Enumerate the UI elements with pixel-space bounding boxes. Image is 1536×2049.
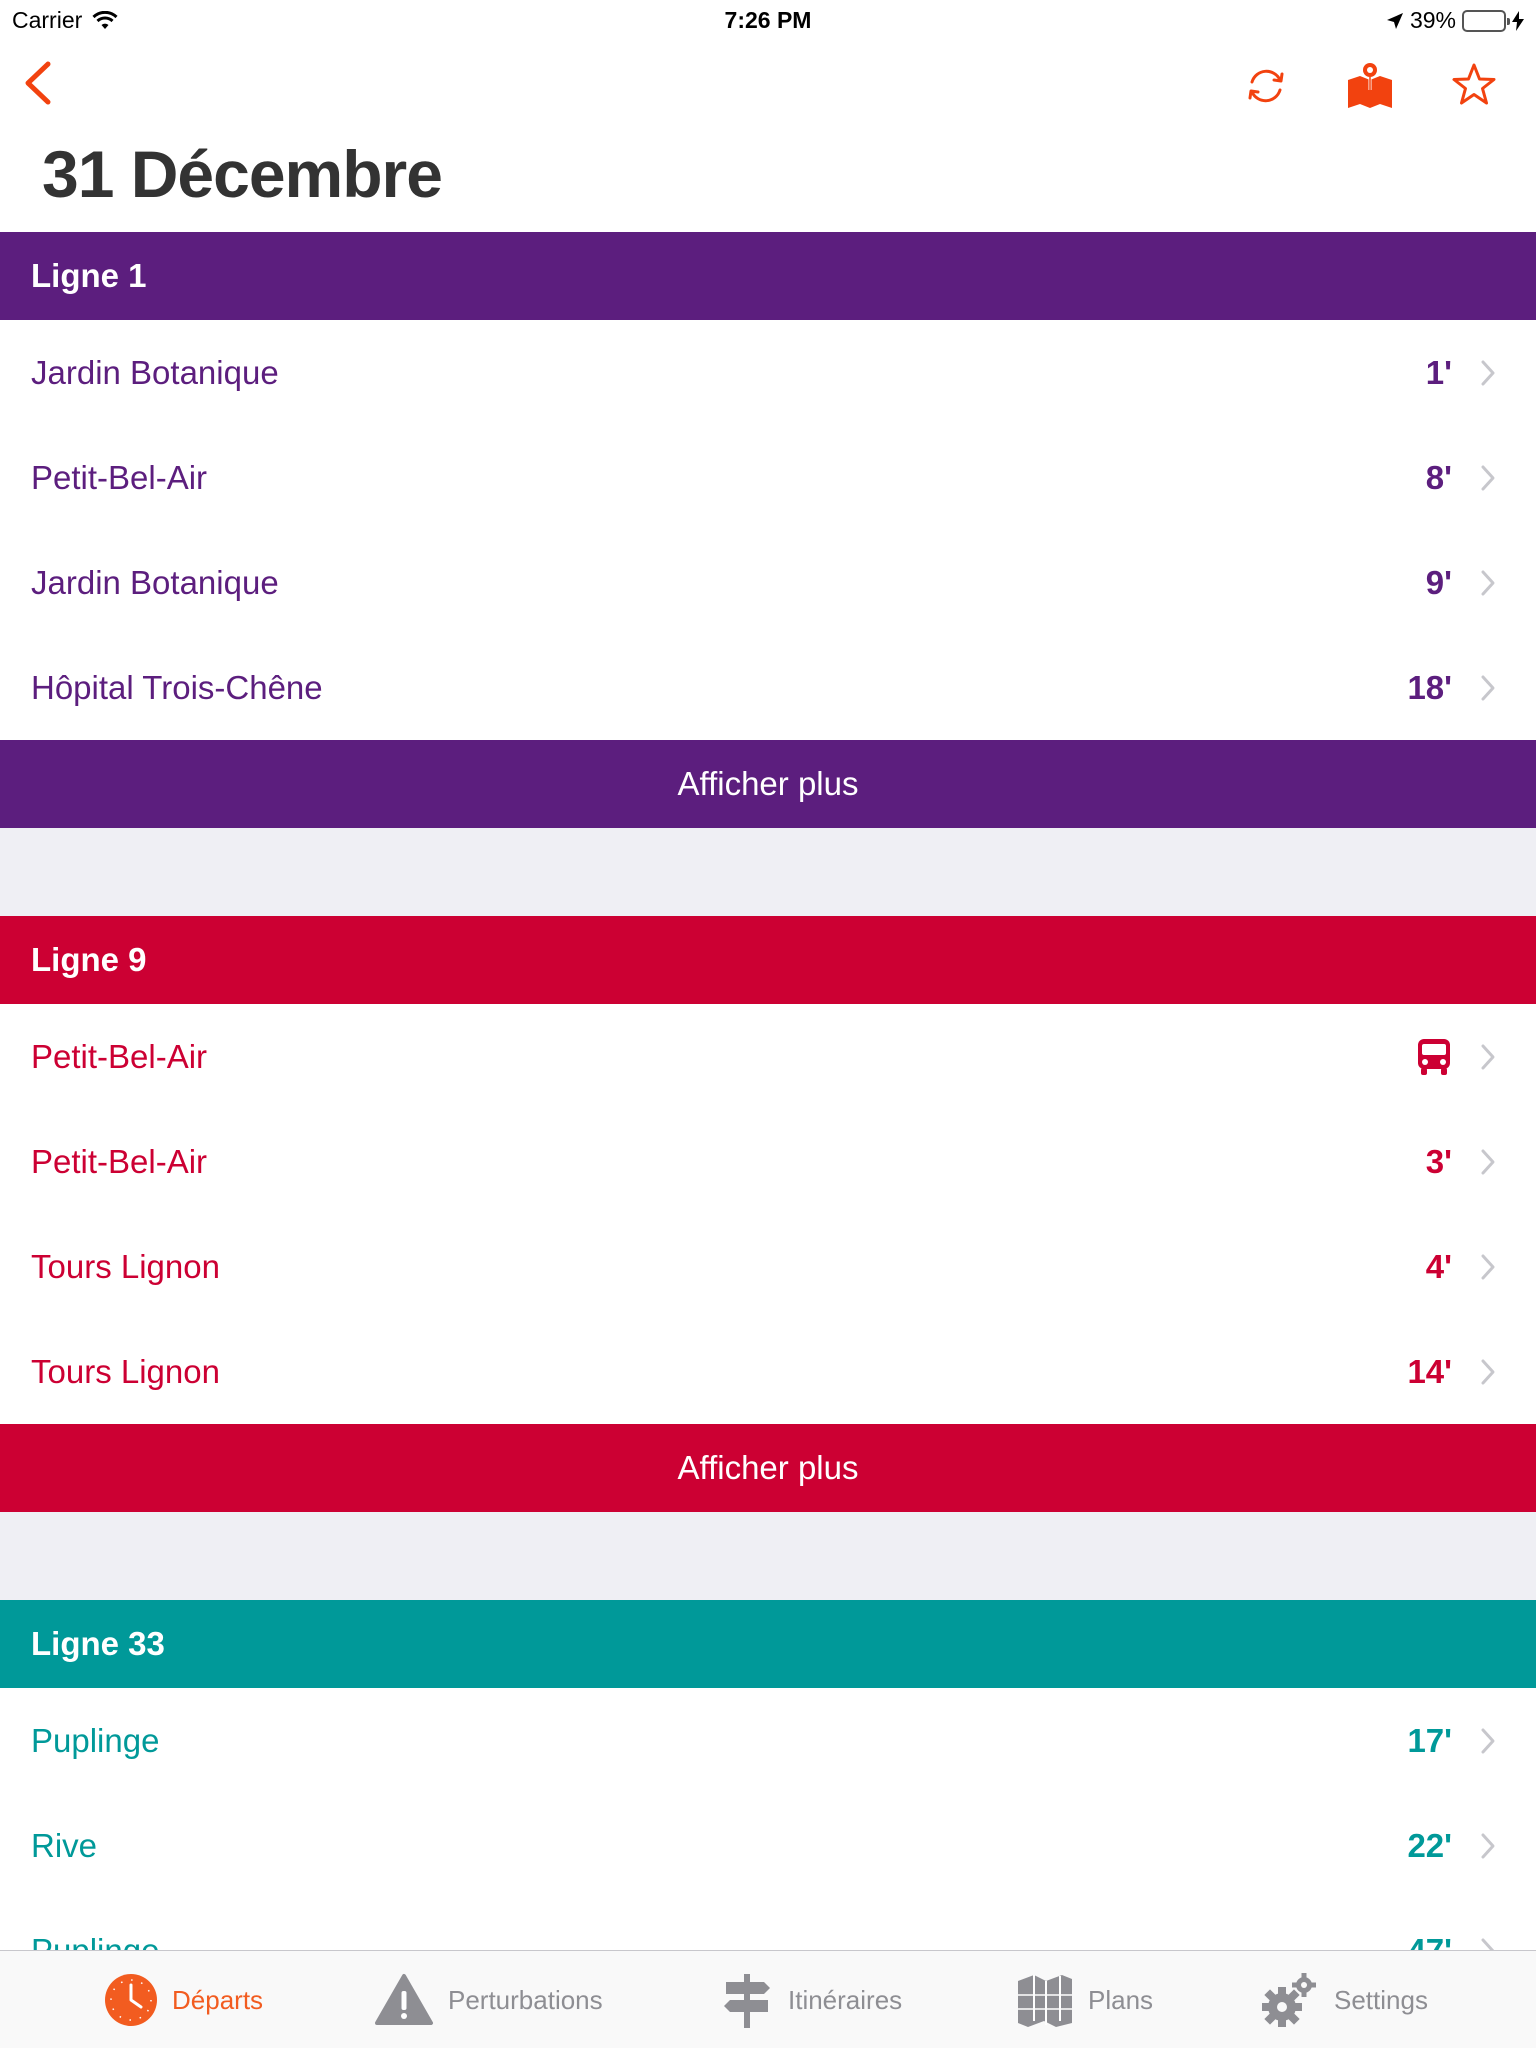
tab-plans[interactable]: Plans [1016, 1951, 1153, 2049]
clock-icon [105, 1974, 157, 2026]
chevron-right-icon [1481, 1938, 1495, 1950]
section-header-ligne-9: Ligne 9 [0, 916, 1536, 1004]
departure-row[interactable]: Puplinge 47' [0, 1898, 1536, 1950]
section-spacer [0, 828, 1536, 916]
bus-icon [1418, 1038, 1450, 1075]
chevron-right-icon [1481, 1833, 1495, 1859]
departure-time: 3' [1425, 1142, 1452, 1180]
departure-row[interactable]: Petit-Bel-Air 3' [0, 1109, 1536, 1214]
departure-time: 22' [1407, 1826, 1452, 1864]
departure-row[interactable]: Hôpital Trois-Chêne 18' [0, 635, 1536, 740]
status-bar: Carrier 7:26 PM 39% [0, 0, 1536, 40]
chevron-right-icon [1481, 570, 1495, 596]
location-arrow-icon [1386, 12, 1403, 29]
departure-row[interactable]: Tours Lignon 14' [0, 1319, 1536, 1424]
departure-time: 18' [1407, 668, 1452, 706]
chevron-right-icon [1481, 1044, 1495, 1070]
star-favorite-icon[interactable] [1448, 60, 1500, 112]
chevron-right-icon [1481, 1254, 1495, 1280]
destination-label: Petit-Bel-Air [31, 458, 208, 496]
battery-percent: 39% [1409, 7, 1456, 33]
battery-icon [1462, 9, 1510, 32]
departure-time: 1' [1425, 353, 1452, 391]
destination-label: Jardin Botanique [31, 563, 279, 601]
section-header-ligne-1: Ligne 1 [0, 232, 1536, 320]
page-title: 31 Décembre [42, 137, 443, 211]
destination-label: Puplinge [31, 1931, 160, 1951]
gear-icon [1262, 1973, 1316, 2027]
destination-label: Rive [31, 1826, 98, 1864]
departure-row[interactable]: Puplinge 17' [0, 1688, 1536, 1793]
chevron-right-icon [1481, 360, 1495, 386]
destination-label: Puplinge [31, 1721, 160, 1759]
tab-departs[interactable]: Départs [104, 1951, 263, 2049]
signpost-icon [724, 1974, 770, 2028]
departure-row[interactable]: Jardin Botanique 9' [0, 530, 1536, 635]
tab-itineraires[interactable]: Itinéraires [720, 1951, 902, 2049]
departure-row[interactable]: Petit-Bel-Air 8' [0, 425, 1536, 530]
tab-label: Plans [1088, 1984, 1154, 2015]
show-more-button-ligne-1[interactable]: Afficher plus [0, 740, 1536, 828]
chevron-right-icon [1481, 675, 1495, 701]
chevron-right-icon [1481, 465, 1495, 491]
navigation-bar [0, 40, 1536, 130]
departure-row[interactable]: Petit-Bel-Air [0, 1004, 1536, 1109]
tab-perturbations[interactable]: Perturbations [374, 1951, 603, 2049]
warning-icon [375, 1974, 433, 2025]
destination-label: Petit-Bel-Air [31, 1037, 208, 1075]
chevron-right-icon [1481, 1149, 1495, 1175]
destination-label: Tours Lignon [31, 1247, 220, 1285]
departure-row[interactable]: Rive 22' [0, 1793, 1536, 1898]
tab-settings[interactable]: Settings [1260, 1951, 1428, 2049]
show-more-button-ligne-9[interactable]: Afficher plus [0, 1424, 1536, 1512]
back-chevron-icon[interactable] [18, 58, 58, 108]
tab-label: Départs [172, 1984, 264, 2015]
tab-label: Settings [1334, 1984, 1428, 2015]
section-header-ligne-33: Ligne 33 [0, 1600, 1536, 1688]
destination-label: Tours Lignon [31, 1352, 220, 1390]
refresh-icon[interactable] [1240, 60, 1292, 112]
map-icon [1018, 1975, 1072, 2027]
departure-time [1416, 1004, 1452, 1109]
map-pin-icon[interactable] [1344, 60, 1396, 112]
departure-row[interactable]: Tours Lignon 4' [0, 1214, 1536, 1319]
departure-time: 8' [1425, 458, 1452, 496]
destination-label: Jardin Botanique [31, 353, 279, 391]
departure-row[interactable]: Jardin Botanique 1' [0, 320, 1536, 425]
chevron-right-icon [1481, 1359, 1495, 1385]
departures-list[interactable]: Ligne 1 Jardin Botanique 1' Petit-Bel-Ai… [0, 232, 1536, 1950]
tab-label: Itinéraires [788, 1984, 903, 2015]
tab-label: Perturbations [448, 1984, 603, 2015]
departure-time: 17' [1407, 1721, 1452, 1759]
destination-label: Petit-Bel-Air [31, 1142, 208, 1180]
status-time: 7:26 PM [724, 7, 812, 33]
departure-time: 47' [1407, 1931, 1452, 1951]
section-spacer [0, 1512, 1536, 1600]
departure-time: 9' [1425, 563, 1452, 601]
destination-label: Hôpital Trois-Chêne [31, 668, 323, 706]
chevron-right-icon [1481, 1728, 1495, 1754]
charging-bolt-icon [1512, 10, 1524, 31]
departure-time: 14' [1407, 1352, 1452, 1390]
departure-time: 4' [1425, 1247, 1452, 1285]
tab-bar: Départs Perturbations Itinéraires Plans [0, 1950, 1536, 2048]
